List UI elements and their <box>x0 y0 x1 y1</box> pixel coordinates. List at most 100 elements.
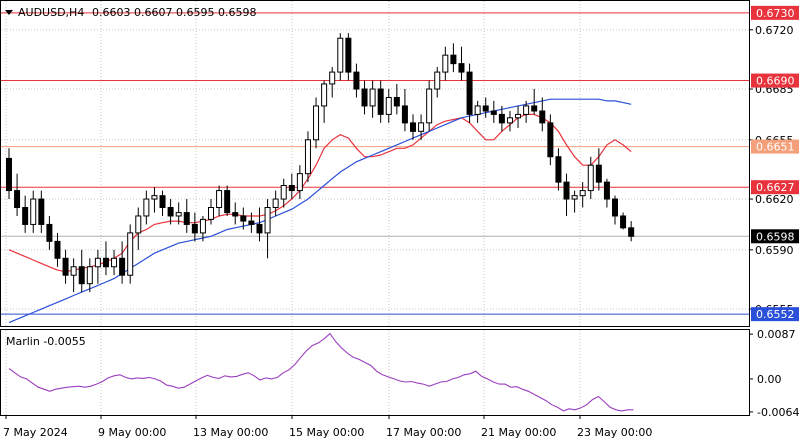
chart-ohlc: 0.6603 0.6607 0.6595 0.6598 <box>92 6 256 19</box>
candle-body-down <box>38 198 45 225</box>
candle-body-up <box>418 122 425 132</box>
level-label: 0.6690 <box>756 75 795 88</box>
candle-body-down <box>595 164 602 183</box>
main-panel-frame <box>0 0 750 327</box>
candle-body-up <box>571 195 578 200</box>
candle-body-down <box>450 54 457 65</box>
candle-body-up <box>86 266 93 285</box>
indicator-panel-frame <box>0 329 750 416</box>
candle-body-up <box>216 190 223 209</box>
candle-body-down <box>531 105 538 112</box>
candle-body-down <box>353 71 360 90</box>
price-tick-label: 0.6590 <box>755 244 794 257</box>
time-label: 15 May 00:00 <box>289 426 364 439</box>
candle-body-up <box>474 105 481 115</box>
candle-body-up <box>304 139 311 175</box>
candle-body-up <box>151 195 158 200</box>
time-label: 23 May 00:00 <box>577 426 652 439</box>
candle-body-up <box>337 37 344 73</box>
candle-body-up <box>506 117 513 124</box>
candle-body-up <box>208 207 214 220</box>
candle-body-up <box>280 185 287 200</box>
candle-body-down <box>490 110 497 115</box>
price-tick-label: 0.6720 <box>755 24 794 37</box>
time-label: 7 May 2024 <box>3 426 68 439</box>
candle-body-down <box>482 105 489 112</box>
candle-body-down <box>46 223 53 242</box>
candle-body-down <box>183 212 190 225</box>
candle-body-down <box>14 190 21 209</box>
candle-body-down <box>102 257 109 268</box>
level-label: 0.6651 <box>756 141 795 154</box>
candle-body-down <box>555 156 562 183</box>
candle-body-up <box>442 54 449 73</box>
candle-body-down <box>167 207 174 217</box>
candle-body-up <box>313 105 320 141</box>
candle-body-up <box>175 212 182 217</box>
candle-body-down <box>119 257 126 276</box>
candle-body-down <box>410 122 416 132</box>
candle-body-up <box>70 266 77 276</box>
audusd-chart: 0.67200.66850.66550.66200.65900.65550.67… <box>0 0 799 439</box>
candle-body-up <box>264 207 271 234</box>
candle-body-down <box>547 122 554 158</box>
time-axis: 7 May 2024 9 May 00:00 13 May 00:00 15 May … <box>3 415 652 439</box>
candle-body-down <box>78 266 85 285</box>
candle-body-down <box>256 223 263 234</box>
candle-body-down <box>159 195 166 209</box>
candle-body-down <box>466 71 473 115</box>
candle-body-up <box>434 71 441 90</box>
candle-body-up <box>523 105 530 115</box>
candle-body-down <box>539 110 546 124</box>
indicator-label: Marlin -0.0055 <box>6 335 86 348</box>
candle-body-down <box>62 257 69 276</box>
marlin-tick-label: 0.0087 <box>757 328 796 341</box>
candle-body-down <box>458 63 465 73</box>
candle-body-up <box>143 198 150 217</box>
candle-body-up <box>111 257 118 268</box>
price-axis: 0.67200.66850.66550.66200.65900.65550.67… <box>749 5 799 419</box>
time-label: 9 May 00:00 <box>98 426 166 439</box>
candle-body-up <box>369 88 376 107</box>
current-price-label: 0.6598 <box>756 230 795 243</box>
candle-body-down <box>6 157 12 192</box>
candle-body-down <box>498 113 505 124</box>
level-label: 0.6627 <box>756 181 795 194</box>
candle-body-down <box>345 37 352 73</box>
candle-body-down <box>401 105 408 124</box>
time-label: 13 May 00:00 <box>193 426 268 439</box>
candle-body-up <box>579 190 586 197</box>
candle-body-up <box>296 173 303 192</box>
candle-body-down <box>248 220 255 225</box>
candle-body-up <box>587 164 594 192</box>
candle-body-up <box>30 198 37 225</box>
candle <box>466 63 473 123</box>
candle-body-down <box>232 212 239 217</box>
marlin-tick-label: 0.00 <box>757 373 782 386</box>
candle-body-up <box>94 257 101 268</box>
candle-body-down <box>361 88 368 107</box>
time-label: 21 May 00:00 <box>481 426 556 439</box>
candle-body-up <box>385 96 392 115</box>
chart-symbol: AUDUSD,H4 <box>18 6 84 19</box>
candle-body-down <box>22 207 29 225</box>
candle-body-down <box>393 96 400 107</box>
candle-body-down <box>612 198 618 217</box>
price-tick-label: 0.6620 <box>755 193 794 206</box>
candle <box>127 224 134 284</box>
candle-body-down <box>240 215 247 222</box>
candle-body-up <box>329 71 336 85</box>
candle-body-down <box>603 181 610 200</box>
marlin-tick-label: -0.0064 <box>757 406 799 419</box>
level-label: 0.6730 <box>756 7 795 20</box>
candle-body-down <box>288 185 295 192</box>
candle-body-down <box>620 215 627 229</box>
candle-body-down <box>191 223 198 234</box>
time-label: 17 May 00:00 <box>386 426 461 439</box>
candle-body-up <box>199 218 206 234</box>
candle-body-down <box>563 181 570 200</box>
candle-body-up <box>135 215 142 234</box>
candle-body-down <box>377 88 384 115</box>
level-label: 0.6552 <box>756 308 795 321</box>
candle-body-up <box>127 232 134 276</box>
